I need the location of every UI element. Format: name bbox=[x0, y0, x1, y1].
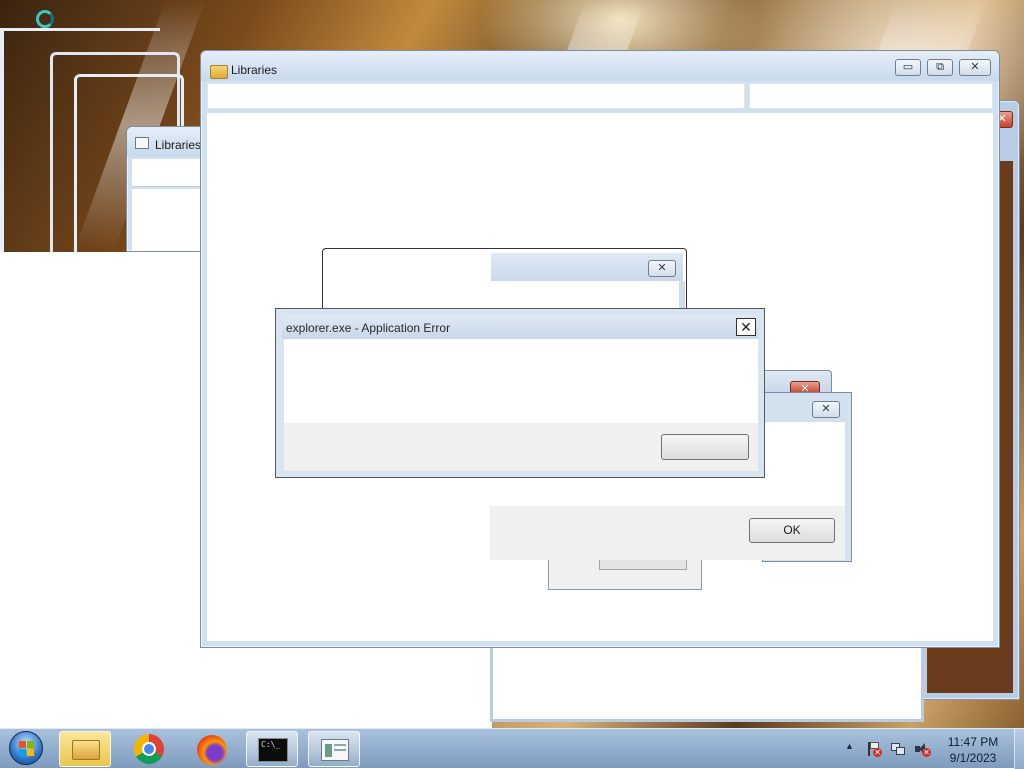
close-button[interactable]: ✕ bbox=[648, 260, 676, 277]
title-bar bbox=[201, 51, 999, 81]
libraries-window-icon bbox=[321, 739, 349, 761]
dialog-button[interactable] bbox=[661, 434, 749, 460]
command-prompt-icon: C:\_ bbox=[258, 738, 288, 762]
loading-ring-icon bbox=[36, 10, 54, 28]
redraw-artifact bbox=[548, 560, 702, 590]
dialog-title: explorer.exe - Application Error bbox=[286, 321, 451, 335]
taskbar-libraries[interactable] bbox=[308, 731, 360, 767]
taskbar-command-prompt[interactable]: C:\_ bbox=[246, 731, 298, 767]
cmd-prompt-text: C:\_ bbox=[261, 740, 281, 749]
action-center-flag-icon[interactable]: ✕ bbox=[866, 741, 882, 757]
address-bar[interactable] bbox=[207, 83, 745, 109]
close-icon: ✕ bbox=[821, 403, 831, 415]
volume-muted-icon[interactable]: ✕ bbox=[914, 741, 931, 757]
show-hidden-icons-button[interactable]: ▲ bbox=[845, 741, 854, 751]
file-explorer-icon bbox=[72, 740, 100, 760]
clock-date: 9/1/2023 bbox=[949, 751, 997, 765]
taskbar-file-explorer[interactable] bbox=[59, 731, 111, 767]
taskbar-chrome[interactable] bbox=[124, 731, 176, 767]
close-button[interactable]: ✕ bbox=[736, 318, 756, 336]
minimize-icon: ▭ bbox=[902, 61, 914, 73]
window-title: Libraries bbox=[155, 138, 202, 152]
minimize-button[interactable]: ▭ bbox=[895, 59, 921, 76]
network-icon[interactable] bbox=[890, 741, 906, 757]
close-icon: ✕ bbox=[970, 61, 980, 73]
close-button[interactable]: ✕ bbox=[959, 59, 991, 76]
libraries-icon bbox=[135, 137, 149, 149]
window-title: Libraries bbox=[231, 63, 278, 77]
chrome-icon bbox=[134, 734, 164, 764]
close-icon: ✕ bbox=[657, 262, 667, 274]
windows-start-orb-icon bbox=[9, 731, 43, 765]
taskbar: C:\_ ▲ ✕ ✕ 11:47 PM 9/1/2023 bbox=[0, 728, 1024, 769]
taskbar-firefox[interactable] bbox=[186, 731, 238, 767]
address-bar[interactable] bbox=[132, 159, 205, 187]
close-button[interactable]: ✕ bbox=[812, 401, 840, 418]
search-box[interactable] bbox=[749, 83, 993, 109]
ok-button[interactable]: OK bbox=[749, 518, 835, 543]
system-clock[interactable]: 11:47 PM 9/1/2023 bbox=[940, 734, 1006, 766]
application-error-dialog[interactable]: explorer.exe - Application Error ✕ bbox=[275, 308, 765, 478]
window-body bbox=[132, 189, 205, 251]
close-icon: ✕ bbox=[740, 319, 752, 335]
show-desktop-button[interactable] bbox=[1014, 729, 1024, 769]
dialog-message-area bbox=[284, 339, 758, 423]
clock-time: 11:47 PM bbox=[947, 735, 999, 749]
libraries-folder-icon bbox=[210, 65, 228, 79]
maximize-button[interactable]: ⧉ bbox=[927, 59, 953, 76]
restore-icon: ⧉ bbox=[936, 61, 944, 73]
libraries-window-back[interactable]: Libraries bbox=[126, 126, 206, 252]
start-button[interactable] bbox=[4, 730, 48, 768]
firefox-icon bbox=[197, 735, 227, 765]
